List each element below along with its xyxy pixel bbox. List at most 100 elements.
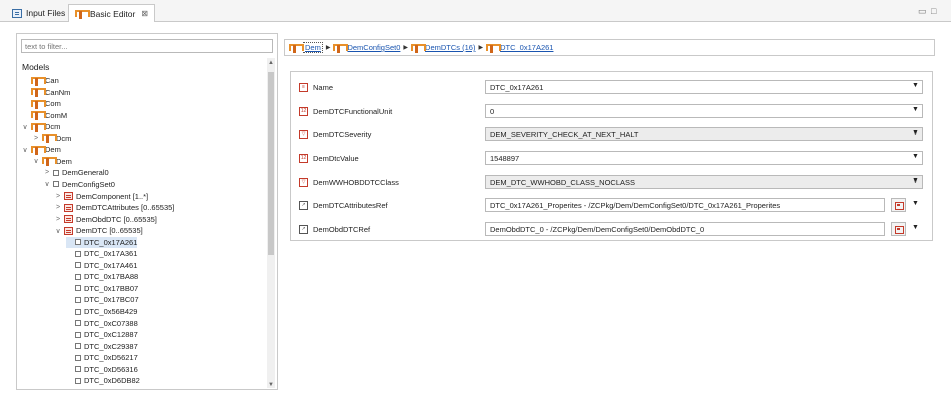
text-field[interactable]: 0 [485,104,923,118]
chevron-right-icon[interactable]: > [44,169,50,176]
field-value: DemObdDTC_0 - /ZCPkg/Dem/DemConfigSet0/D… [490,225,705,234]
tree-item[interactable]: DTC_0xC12887 [66,329,138,340]
tree-item[interactable]: DTC_0x17BC07 [66,294,139,305]
tree-item[interactable]: ∨ Dem [22,144,61,155]
container-instance-icon [75,250,81,257]
tree-item[interactable]: CanNm [22,87,70,98]
tree-item[interactable]: DTC_0x17A461 [66,260,137,271]
form-label: ≡ Name [299,80,333,94]
enum-parameter-icon: ▽ [299,129,308,139]
tree-item[interactable]: > DemObdDTC [0..65535] [55,214,157,225]
tree-item[interactable]: DTC_0xC07388 [66,318,138,329]
name-parameter-icon: ≡ [299,82,308,92]
reference-field[interactable]: DemObdDTC_0 - /ZCPkg/Dem/DemConfigSet0/D… [485,222,885,236]
tree-item[interactable]: ∨ DemDTC [0..65535] [55,225,142,236]
form-label-text: DemDTCAttributesRef [313,200,388,210]
combo-field[interactable]: DEM_SEVERITY_CHECK_AT_NEXT_HALT ∨ [485,127,923,141]
form-label: ▽ DemWWHOBDDTCClass [299,175,399,189]
ref-parameter-icon: ↗ [299,200,308,210]
form-row: ↗ DemDTCAttributesRef DTC_0x17A261_Properi… [291,198,934,212]
num-parameter-icon: 12 [299,153,308,163]
tree-item-label: DTC_0xD56316 [84,364,138,374]
tab-input-files[interactable]: Input Files [6,4,71,22]
module-icon [31,110,46,121]
combo-field[interactable]: DEM_DTC_WWHOBD_CLASS_NOCLASS ∨ [485,175,923,189]
select-reference-button[interactable] [891,222,906,236]
tree-item[interactable]: > DemDTCAttributes [0..65535] [55,202,174,213]
num-parameter-icon: 12 [299,106,308,116]
field-menu-icon[interactable]: ▼ [912,82,919,89]
tree-item-label: DemObdDTC [0..65535] [76,214,157,224]
close-tab-icon[interactable]: ⊠ [141,9,148,18]
scroll-up-icon[interactable]: ▲ [267,60,275,66]
form-label: ↗ DemObdDTCRef [299,222,370,236]
chevron-down-icon[interactable]: ∨ [33,157,39,165]
chevron-right-icon[interactable]: > [55,204,61,211]
tree-scrollbar[interactable]: ▲ ▼ [267,58,275,388]
field-menu-icon[interactable]: ▼ [912,224,919,231]
select-reference-button[interactable] [891,198,906,212]
tree-item[interactable]: ∨ Dcm [22,121,60,132]
breadcrumb-link[interactable]: Dem [303,42,323,53]
maximize-button[interactable]: □ [931,6,936,16]
tree-item[interactable]: DTC_0x56B429 [66,306,137,317]
form-label: 12 DemDTCFunctionalUnit [299,104,392,118]
tree-item[interactable]: DTC_0xD6DB82 [66,375,140,386]
tree-item[interactable]: Com [22,98,61,109]
tree-item-label: Can [45,76,59,85]
chevron-down-icon[interactable]: ∨ [22,123,28,131]
tree-item-label: Dem [56,156,72,166]
tree-item[interactable]: ∨ DemConfigSet0 [44,179,115,190]
text-field[interactable]: DTC_0x17A261 [485,80,923,94]
reference-field[interactable]: DTC_0x17A261_Properites - /ZCPkg/Dem/Dem… [485,198,885,212]
module-icon [42,156,57,167]
tree-item[interactable]: ∨ Dem [33,156,72,167]
tree-item[interactable]: DTC_0x17A361 [66,248,137,259]
text-field[interactable]: 1548897 [485,151,923,165]
field-menu-icon[interactable]: ▼ [912,153,919,160]
tree-item-label: DTC_0x17BC07 [84,295,139,305]
scrollbar-thumb[interactable] [268,72,274,255]
form-row: ▽ DemDTCSeverity DEM_SEVERITY_CHECK_AT_NEX… [291,127,934,141]
tree-item[interactable]: > Dcm [33,133,71,144]
chevron-down-icon[interactable]: ∨ [44,180,50,188]
container-instance-icon [75,296,81,303]
container-instance-icon [75,239,81,246]
filter-input[interactable] [21,39,273,53]
minimize-button[interactable]: ▭ [918,6,927,17]
tree-item-label: DTC_0xD6DB82 [84,376,140,386]
breadcrumb-link[interactable]: DemDTCs (16) [425,43,475,52]
tree-item[interactable]: DTC_0xD56217 [66,352,138,363]
chevron-down-icon[interactable]: ∨ [22,146,28,154]
field-value: DEM_SEVERITY_CHECK_AT_NEXT_HALT [490,130,639,139]
module-icon [31,122,46,132]
tree-item[interactable]: > DemGeneral0 [44,167,109,178]
breadcrumb-separator-icon: ▶ [478,45,484,51]
tree-item[interactable]: > DemComponent [1..*] [55,191,148,202]
tree-item[interactable]: Can [22,75,59,86]
field-menu-icon[interactable]: ▼ [912,129,919,136]
tree-item[interactable]: DTC_0x17A261 [66,236,138,248]
ref-parameter-icon: ↗ [299,224,308,234]
tab-basic-editor[interactable]: Basic Editor ⊠ [68,4,156,22]
tree-item[interactable]: DTC_0x17BB07 [66,283,138,294]
field-menu-icon[interactable]: ▼ [912,200,919,207]
model-tree-panel: Models CanCanNmComComM∨Dcm>Dcm∨Dem∨Dem>D… [16,33,278,390]
field-menu-icon[interactable]: ▼ [912,177,919,184]
tree-item[interactable]: DTC_0x17BA88 [66,271,138,282]
tree-item[interactable]: DTC_0xD56316 [66,364,138,375]
chevron-right-icon[interactable]: > [33,135,39,142]
scroll-down-icon[interactable]: ▼ [267,382,275,388]
chevron-down-icon[interactable]: ∨ [55,227,61,235]
module-icon [75,9,90,19]
tree-item[interactable]: ComM [22,110,67,121]
chevron-right-icon[interactable]: > [55,216,61,223]
chevron-right-icon[interactable]: > [55,193,61,200]
field-menu-icon[interactable]: ▼ [912,106,919,113]
tree-item-label: DTC_0x56B429 [84,307,138,316]
tree-item[interactable]: DTC_0xC29387 [66,341,138,352]
form-label-text: DemObdDTCRef [313,224,371,234]
breadcrumb-link[interactable]: DemConfigSet0 [347,43,400,52]
tree-item-label: DemComponent [1..*] [76,191,149,201]
breadcrumb-link[interactable]: DTC_0x17A261 [500,43,553,52]
